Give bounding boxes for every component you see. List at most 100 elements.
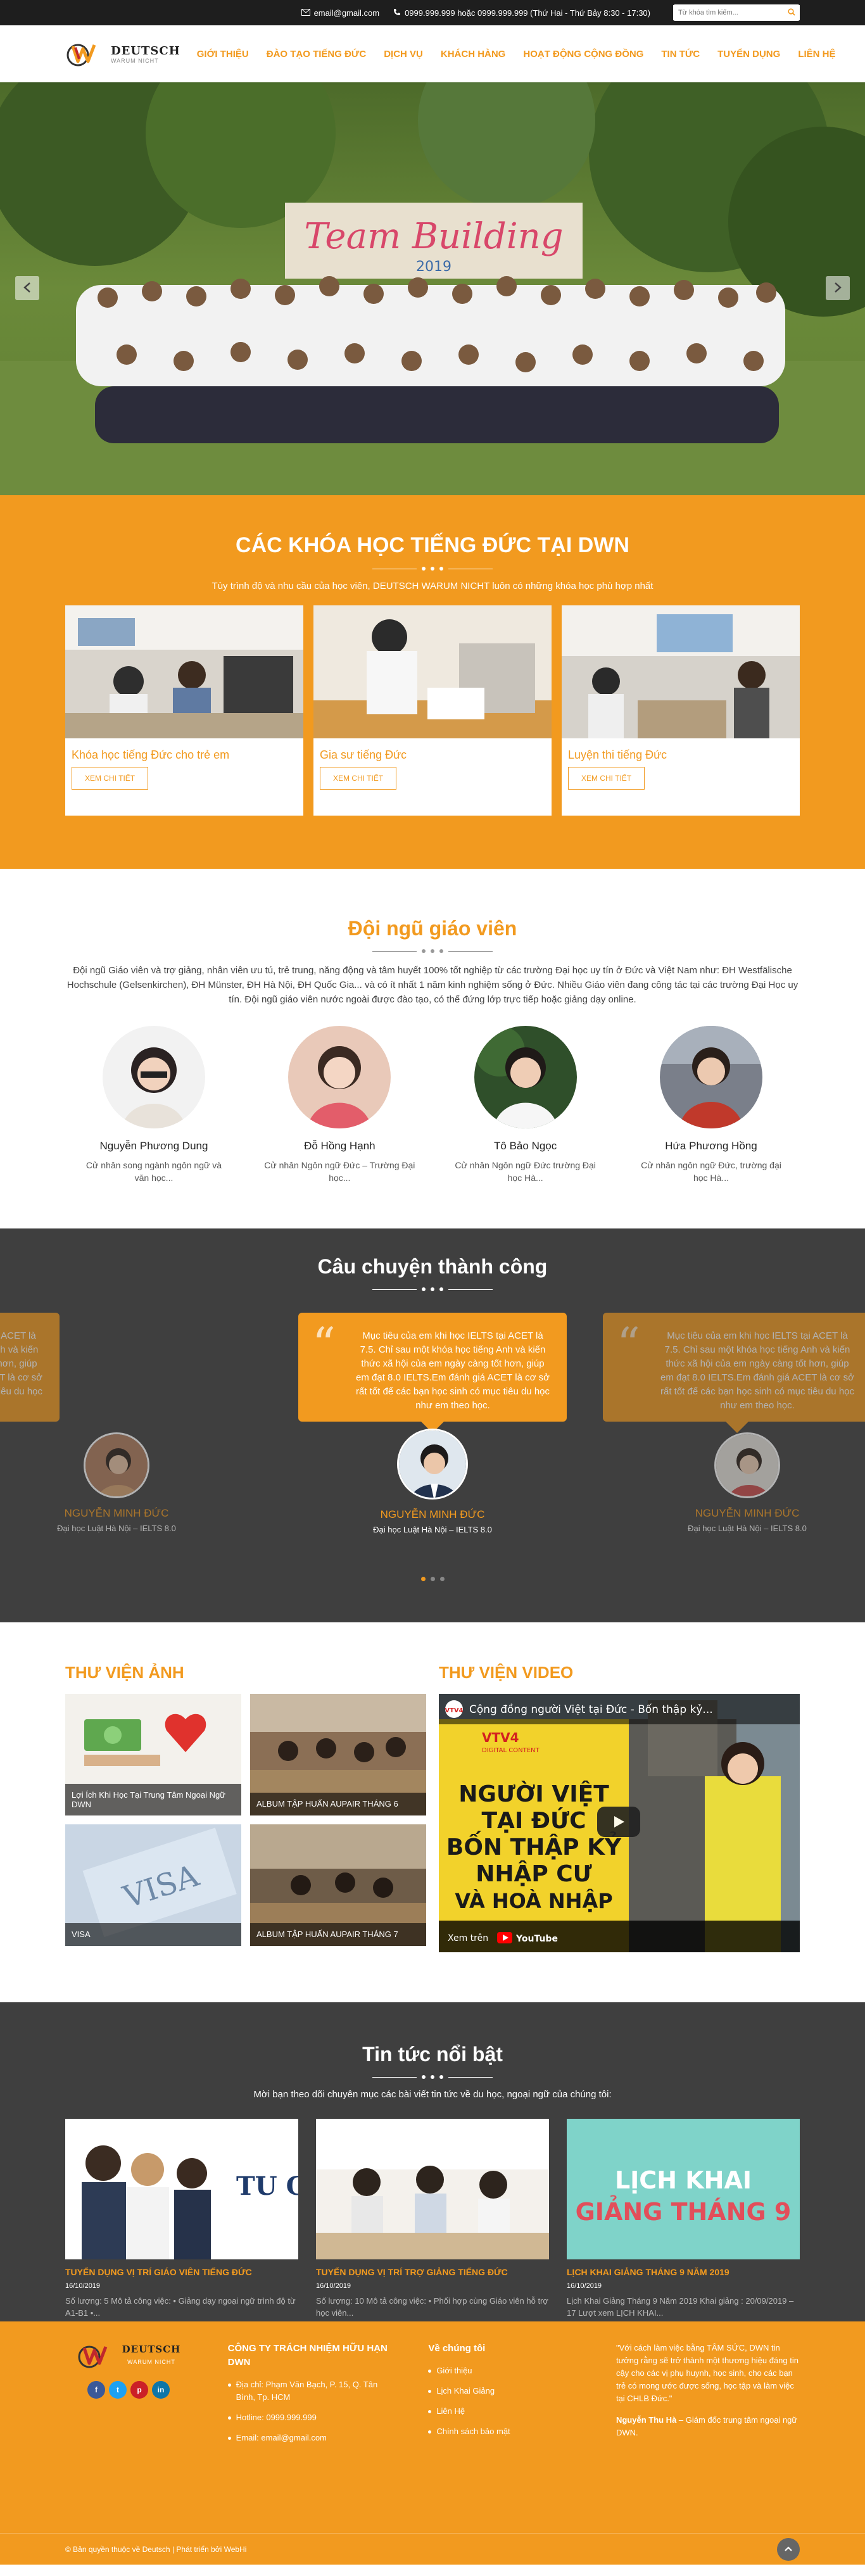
main-nav: GIỚI THIỆU ĐÀO TẠO TIẾNG ĐỨC DỊCH VỤ KHÁ… [197, 49, 836, 60]
carousel-dot[interactable] [430, 1577, 435, 1581]
pinterest-icon[interactable]: p [130, 2381, 148, 2399]
chevron-up-icon [784, 2545, 793, 2554]
video-overlay-line: VÀ HOÀ NHẬP [455, 1889, 612, 1913]
nav-tuyen-dung[interactable]: TUYỂN DỤNG [717, 49, 780, 60]
nav-dao-tao[interactable]: ĐÀO TẠO TIẾNG ĐỨC [267, 49, 366, 60]
carousel-dot[interactable] [439, 1577, 445, 1581]
photo-gallery-title: THƯ VIỆN ẢNH [65, 1663, 184, 1682]
footer-logo[interactable]: DEUTSCH WARUM NICHT [65, 2342, 192, 2370]
album-item[interactable]: Lợi Ích Khi Học Tại Trung Tâm Ngoại Ngữ … [65, 1694, 241, 1815]
story-card-prev[interactable]: “ Mục tiêu của em khi học IELTS tại ACET… [0, 1313, 60, 1422]
member-name: Hứa Phương Hồng [665, 1140, 757, 1152]
footer-hotline[interactable]: Hotline: 0999.999.999 [227, 2411, 393, 2424]
hero-prev-button[interactable] [15, 276, 39, 300]
news-card[interactable]: TUYỂN DỤNG VỊ TRÍ TRỢ GIẢNG TIẾNG ĐỨC 16… [316, 2119, 549, 2319]
logo[interactable]: DEUTSCH WARUM NICHT [65, 40, 180, 68]
video-player[interactable]: VTV4 Cộng đồng người Việt tại Đức - Bốn … [439, 1694, 800, 1952]
person-name: NGUYỄN MINH ĐỨC [695, 1507, 800, 1519]
testimonial-signature: Nguyễn Thu Hà – Giám đốc trung tâm ngoại… [616, 2414, 800, 2439]
logo-mark-icon [65, 40, 107, 68]
nav-dich-vu[interactable]: DỊCH VỤ [384, 49, 423, 60]
hero-slider: Team Building 2019 [0, 82, 865, 495]
footer-link[interactable]: Chính sách bảo mật [428, 2425, 580, 2438]
logo-tagline: WARUM NICHT [111, 57, 159, 64]
album-item[interactable]: VISA VISA [65, 1824, 241, 1946]
course-name: Khóa học tiếng Đức cho trẻ em [72, 748, 230, 761]
chevron-left-icon [23, 282, 32, 295]
member-desc: Cử nhân ngôn ngữ Đức, trường đại học Hà.… [641, 1160, 781, 1183]
story-card-next[interactable]: “ Mục tiêu của em khi học IELTS tại ACET… [603, 1313, 865, 1433]
course-detail-button[interactable]: XEM CHI TIẾT [72, 767, 149, 790]
search-button[interactable] [783, 5, 800, 20]
news-title-link[interactable]: LỊCH KHAI GIẢNG THÁNG 9 NĂM 2019 [567, 2267, 800, 2277]
footer-address-text: Địa chỉ: Phạm Văn Bạch, P. 15, Q. Tân Bì… [236, 2380, 378, 2402]
story-person-next[interactable]: NGUYỄN MINH ĐỨC Đại học Luật Hà Nội – IE… [652, 1432, 842, 1533]
hero-banner-text: Team Building [304, 216, 563, 257]
nav-tin-tuc[interactable]: TIN TỨC [661, 49, 700, 60]
news-date: 16/10/2019 [316, 2282, 351, 2290]
back-to-top-button[interactable] [777, 2538, 800, 2561]
nav-lien-he[interactable]: LIÊN HỆ [798, 49, 835, 60]
section-divider [0, 1287, 865, 1291]
team-member[interactable]: Hứa Phương Hồng Cử nhân ngôn ngữ Đức, tr… [635, 1026, 787, 1184]
search-input[interactable] [673, 5, 783, 20]
story-person-active[interactable]: NGUYỄN MINH ĐỨC Đại học Luật Hà Nội – IE… [338, 1429, 527, 1534]
course-detail-button[interactable]: XEM CHI TIẾT [320, 767, 397, 790]
topbar-email[interactable]: email@gmail.com [301, 8, 380, 18]
footer-hotline-text: Hotline: 0999.999.999 [236, 2413, 317, 2422]
linkedin-icon[interactable]: in [152, 2381, 170, 2399]
avatar [288, 1026, 391, 1128]
topbar-phone[interactable]: 0999.999.999 hoặc 0999.999.999 (Thứ Hai … [393, 8, 650, 18]
courses-section: CÁC KHÓA HỌC TIẾNG ĐỨC TẠI DWN Tùy trình… [0, 495, 865, 869]
nav-khach-hang[interactable]: KHÁCH HÀNG [441, 49, 506, 60]
news-excerpt: Lịch Khai Giảng Tháng 9 Năm 2019 Khai gi… [567, 2296, 794, 2318]
album-item[interactable]: ALBUM TẬP HUẤN AUPAIR THÁNG 6 [250, 1694, 426, 1815]
footer-email[interactable]: Email: email@gmail.com [227, 2432, 393, 2444]
news-title-link[interactable]: TUYỂN DỤNG VỊ TRÍ TRỢ GIẢNG TIẾNG ĐỨC [316, 2267, 549, 2277]
twitter-icon[interactable]: t [109, 2381, 127, 2399]
news-card[interactable]: TU G TUYỂN DỤNG VỊ TRÍ GIÁO VIÊN TIẾNG Đ… [65, 2119, 298, 2319]
avatar [474, 1026, 577, 1128]
team-member[interactable]: Đỗ Hồng Hạnh Cử nhân Ngôn ngữ Đức – Trườ… [263, 1026, 415, 1184]
team-member[interactable]: Tô Bảo Ngọc Cử nhân Ngôn ngữ Đức trường … [450, 1026, 602, 1184]
nav-hoat-dong[interactable]: HOẠT ĐỘNG CỘNG ĐỒNG [523, 49, 643, 60]
news-date: 16/10/2019 [65, 2282, 101, 2290]
story-card-active[interactable]: “ Mục tiêu của em khi học IELTS tại ACET… [298, 1313, 567, 1433]
footer-link[interactable]: Lịch Khai Giảng [428, 2385, 580, 2397]
stories-title: Câu chuyện thành công [317, 1255, 548, 1278]
story-person-prev[interactable]: NGUYỄN MINH ĐỨC Đại học Luật Hà Nội – IE… [22, 1432, 212, 1533]
course-detail-button[interactable]: XEM CHI TIẾT [568, 767, 645, 790]
course-card[interactable]: Gia sư tiếng Đức XEM CHI TIẾT [313, 605, 552, 816]
footer-about: Về chúng tôi Giới thiệu Lịch Khai Giảng … [428, 2342, 580, 2452]
news-card[interactable]: LỊCH KHAI GIẢNG THÁNG 9 LỊCH KHAI GIẢNG T… [567, 2119, 800, 2319]
member-name: Đỗ Hồng Hạnh [304, 1140, 376, 1152]
hero-next-button[interactable] [826, 276, 850, 300]
team-member[interactable]: Nguyễn Phương Dung Cử nhân song ngành ng… [78, 1026, 230, 1184]
team-section: Đội ngũ giáo viên Đội ngũ Giáo viên và t… [0, 869, 865, 1228]
carousel-dot[interactable] [420, 1577, 426, 1581]
nav-gioi-thieu[interactable]: GIỚI THIỆU [197, 49, 249, 60]
avatar [84, 1432, 149, 1498]
team-intro: Đội ngũ Giáo viên và trợ giảng, nhân viê… [66, 965, 799, 1005]
news-image-text: LỊCH KHAI [615, 2166, 752, 2194]
news-title-link[interactable]: TUYỂN DỤNG VỊ TRÍ GIÁO VIÊN TIẾNG ĐỨC [65, 2267, 298, 2277]
site-footer: DEUTSCH WARUM NICHT f t p in CÔNG TY TRÁ… [0, 2321, 865, 2533]
news-date: 16/10/2019 [567, 2282, 602, 2290]
facebook-icon[interactable]: f [87, 2381, 105, 2399]
course-card[interactable]: Khóa học tiếng Đức cho trẻ em XEM CHI TI… [65, 605, 303, 816]
play-button-icon[interactable] [597, 1807, 640, 1837]
footer-link[interactable]: Liên Hệ [428, 2405, 580, 2418]
copyright-text: © Bản quyền thuộc về Deutsch | Phát triể… [65, 2545, 247, 2554]
signer-name: Nguyễn Thu Hà [616, 2415, 677, 2425]
course-card[interactable]: Luyện thi tiếng Đức XEM CHI TIẾT [562, 605, 800, 816]
avatar [659, 1026, 762, 1128]
footer-link[interactable]: Giới thiệu [428, 2364, 580, 2377]
team-title: Đội ngũ giáo viên [348, 917, 517, 940]
mail-icon [301, 8, 310, 18]
avatar [397, 1429, 468, 1500]
topbar-email-text: email@gmail.com [313, 8, 380, 18]
logo-mark-icon [77, 2342, 118, 2370]
album-caption: VISA [65, 1923, 241, 1946]
album-item[interactable]: ALBUM TẬP HUẤN AUPAIR THÁNG 7 [250, 1824, 426, 1946]
story-quote: Mục tiêu của em khi học IELTS tại ACET l… [0, 1330, 42, 1397]
